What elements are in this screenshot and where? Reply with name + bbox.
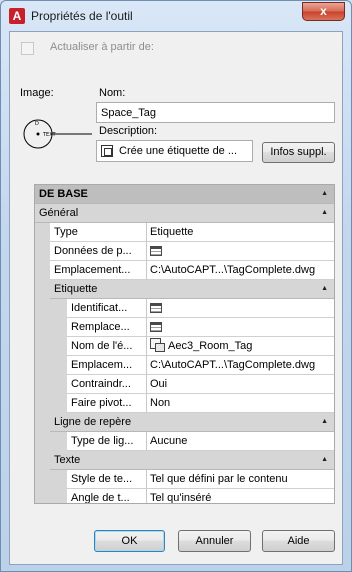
autocad-app-icon[interactable]: A bbox=[9, 8, 25, 24]
property-key: Type bbox=[50, 223, 147, 242]
collapse-arrow-icon[interactable]: ▲ bbox=[321, 280, 328, 298]
description-text: Crée une étiquette de ... bbox=[119, 145, 238, 157]
tool-properties-dialog: A Propriétés de l'outil x Actualiser à p… bbox=[0, 0, 352, 572]
property-row[interactable]: Emplacem... C:\AutoCAPT...\TagComplete.d… bbox=[35, 356, 334, 375]
name-label: Nom: bbox=[99, 87, 126, 99]
section-header-de-base[interactable]: DE BASE ▲ bbox=[35, 185, 334, 204]
property-key: Nom de l'é... bbox=[67, 337, 147, 356]
property-key: Remplace... bbox=[67, 318, 147, 337]
property-value[interactable]: Oui bbox=[147, 375, 334, 394]
property-value[interactable] bbox=[147, 318, 334, 337]
section-title: DE BASE bbox=[39, 188, 88, 200]
category-general[interactable]: Général ▲ bbox=[35, 204, 334, 223]
calendar-icon[interactable] bbox=[150, 246, 162, 256]
property-row[interactable]: Emplacement... C:\AutoCAPT...\TagComplet… bbox=[35, 261, 334, 280]
collapse-arrow-icon[interactable]: ▲ bbox=[321, 451, 328, 469]
property-key: Faire pivot... bbox=[67, 394, 147, 413]
property-key: Contraindr... bbox=[67, 375, 147, 394]
property-value-text: Aec3_Room_Tag bbox=[168, 340, 253, 352]
preview-tag-letter: D bbox=[35, 121, 39, 127]
category-text[interactable]: Texte ▲ bbox=[50, 451, 334, 470]
help-button[interactable]: Aide bbox=[262, 530, 335, 552]
property-value[interactable]: Aec3_Room_Tag bbox=[147, 337, 334, 356]
update-from-label: Actualiser à partir de: bbox=[50, 41, 154, 53]
property-row[interactable]: Type de lig... Aucune bbox=[35, 432, 334, 451]
calendar-icon[interactable] bbox=[150, 322, 162, 332]
property-row[interactable]: Données de p... bbox=[35, 242, 334, 261]
property-key: Emplacement... bbox=[50, 261, 147, 280]
category-label: Etiquette bbox=[54, 283, 98, 295]
cancel-button[interactable]: Annuler bbox=[178, 530, 251, 552]
property-value[interactable]: Etiquette bbox=[147, 223, 334, 242]
description-icon bbox=[101, 145, 113, 157]
property-key: Identificat... bbox=[67, 299, 147, 318]
property-row[interactable]: Faire pivot... Non bbox=[35, 394, 334, 413]
property-row[interactable]: Type Etiquette bbox=[35, 223, 334, 242]
property-key: Style de te... bbox=[67, 470, 147, 489]
property-value[interactable]: Aucune bbox=[147, 432, 334, 451]
category-label: Texte bbox=[54, 454, 81, 466]
property-row[interactable]: Angle de t... Tel qu'inséré bbox=[35, 489, 334, 503]
preview-tag-text: TEXT bbox=[42, 132, 57, 138]
property-value[interactable]: Tel qu'inséré bbox=[147, 489, 334, 503]
property-value[interactable]: C:\AutoCAPT...\TagComplete.dwg bbox=[147, 261, 334, 280]
dialog-client-area: Actualiser à partir de: Image: D TEXT No… bbox=[9, 31, 343, 565]
name-input[interactable] bbox=[96, 102, 335, 123]
property-value[interactable]: C:\AutoCAPT...\TagComplete.dwg bbox=[147, 356, 334, 375]
property-value[interactable]: Non bbox=[147, 394, 334, 413]
window-title: Propriétés de l'outil bbox=[31, 9, 133, 23]
tag-style-icon bbox=[150, 338, 165, 352]
category-leader[interactable]: Ligne de repère ▲ bbox=[50, 413, 334, 432]
property-key: Type de lig... bbox=[67, 432, 147, 451]
property-row[interactable]: Contraindr... Oui bbox=[35, 375, 334, 394]
category-etiquette[interactable]: Etiquette ▲ bbox=[50, 280, 334, 299]
image-label: Image: bbox=[20, 87, 54, 99]
property-row[interactable]: Nom de l'é... Aec3_Room_Tag bbox=[35, 337, 334, 356]
property-grid: DE BASE ▲ Général ▲ Type Etiquette Donné… bbox=[34, 184, 335, 504]
update-from-checkbox[interactable] bbox=[21, 42, 34, 55]
property-key: Données de p... bbox=[50, 242, 147, 261]
property-row[interactable]: Remplace... bbox=[35, 318, 334, 337]
property-value[interactable] bbox=[147, 299, 334, 318]
property-value[interactable] bbox=[147, 242, 334, 261]
property-value[interactable]: Tel que défini par le contenu bbox=[147, 470, 334, 489]
collapse-arrow-icon[interactable]: ▲ bbox=[321, 204, 328, 222]
collapse-arrow-icon[interactable]: ▲ bbox=[321, 185, 328, 203]
description-label: Description: bbox=[99, 125, 158, 137]
title-bar[interactable]: A Propriétés de l'outil x bbox=[1, 1, 351, 31]
category-label: Général bbox=[39, 207, 79, 219]
collapse-arrow-icon[interactable]: ▲ bbox=[321, 413, 328, 431]
property-row[interactable]: Identificat... bbox=[35, 299, 334, 318]
category-label: Ligne de repère bbox=[54, 416, 132, 428]
close-button[interactable]: x bbox=[302, 2, 345, 21]
property-row[interactable]: Style de te... Tel que défini par le con… bbox=[35, 470, 334, 489]
ok-button[interactable]: OK bbox=[94, 530, 165, 552]
more-info-button[interactable]: Infos suppl. bbox=[262, 142, 335, 163]
tag-preview-image[interactable]: D TEXT bbox=[18, 110, 98, 160]
property-key: Angle de t... bbox=[67, 489, 147, 503]
description-field[interactable]: Crée une étiquette de ... bbox=[96, 140, 253, 162]
property-key: Emplacem... bbox=[67, 356, 147, 375]
tag-center-dot bbox=[36, 132, 40, 136]
calendar-icon[interactable] bbox=[150, 303, 162, 313]
